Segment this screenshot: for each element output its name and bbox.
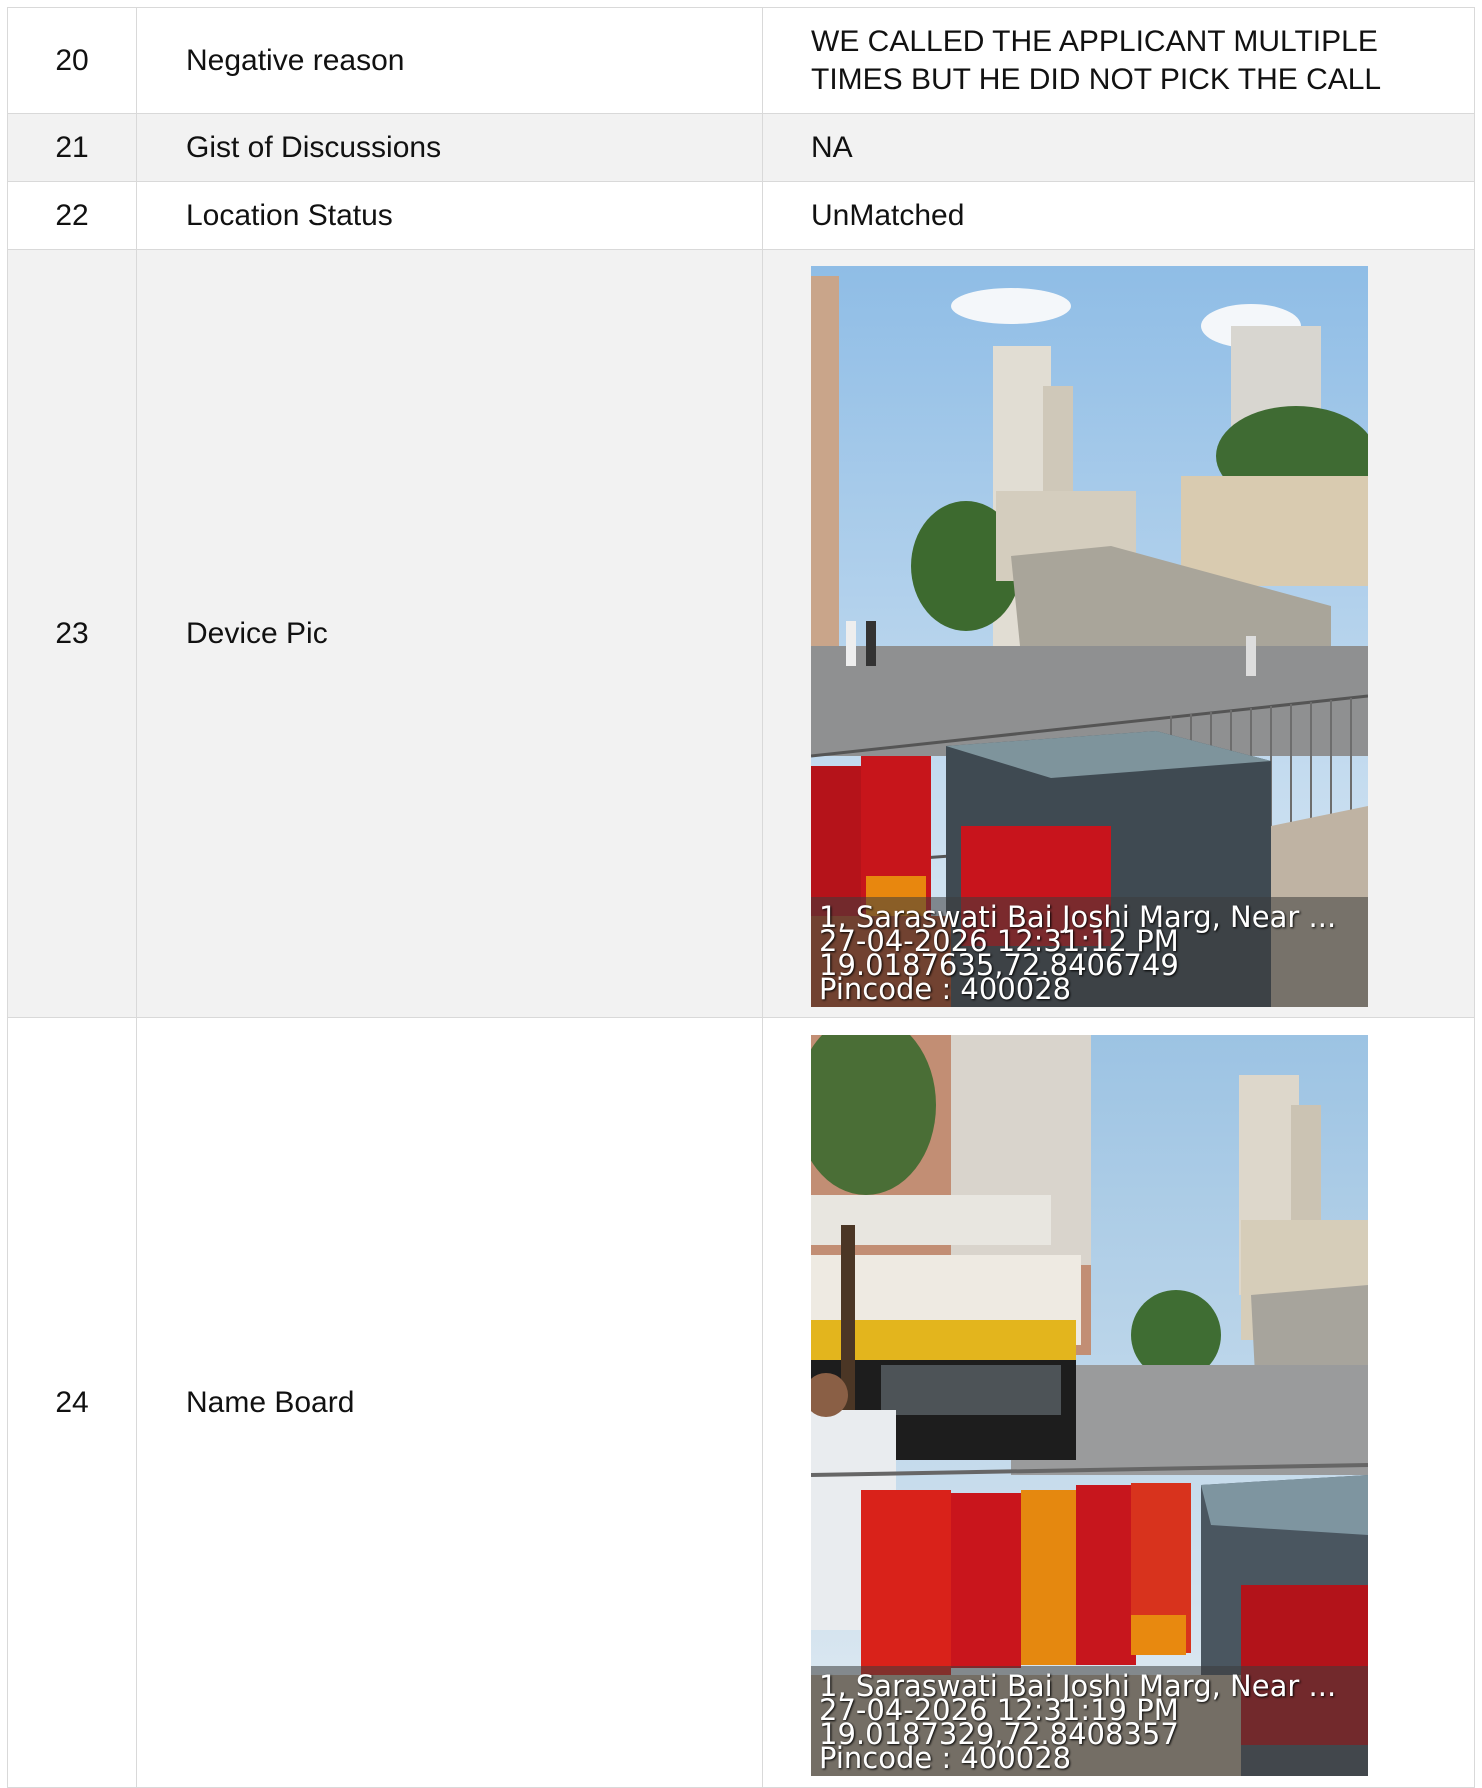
field-label: Device Pic [136, 249, 763, 1018]
row-number: 20 [7, 7, 137, 114]
table-row: 20 Negative reason WE CALLED THE APPLICA… [7, 7, 1475, 114]
field-value: NA [762, 113, 1475, 182]
field-value: UnMatched [762, 181, 1475, 250]
report-table: 20 Negative reason WE CALLED THE APPLICA… [7, 7, 1475, 1788]
field-label: Name Board [136, 1017, 763, 1788]
table-row: 24 Name Board 1, Saraswati Bai Joshi Mar… [7, 1017, 1475, 1788]
row-number: 21 [7, 113, 137, 182]
field-label: Gist of Discussions [136, 113, 763, 182]
table-row: 23 Device Pic 1, Saraswati Bai Joshi Mar… [7, 249, 1475, 1018]
field-value: WE CALLED THE APPLICANT MULTIPLE TIMES B… [762, 7, 1475, 114]
device-photo: 1, Saraswati Bai Joshi Marg, Near ... 27… [811, 266, 1368, 1007]
row-number: 22 [7, 181, 137, 250]
table-row: 21 Gist of Discussions NA [7, 113, 1475, 182]
field-label: Negative reason [136, 7, 763, 114]
table-row: 22 Location Status UnMatched [7, 181, 1475, 250]
name-board-photo-image [811, 1035, 1368, 1776]
device-photo-image [811, 266, 1368, 1007]
row-number: 24 [7, 1017, 137, 1788]
photo-cell: 1, Saraswati Bai Joshi Marg, Near ... 27… [762, 249, 1475, 1018]
photo-cell: 1, Saraswati Bai Joshi Marg, Near ... 27… [762, 1017, 1475, 1788]
row-number: 23 [7, 249, 137, 1018]
field-label: Location Status [136, 181, 763, 250]
name-board-photo: 1, Saraswati Bai Joshi Marg, Near ... 27… [811, 1035, 1368, 1776]
photo-stamp: 1, Saraswati Bai Joshi Marg, Near ... 27… [811, 1666, 1368, 1776]
photo-stamp: 1, Saraswati Bai Joshi Marg, Near ... 27… [811, 897, 1368, 1007]
